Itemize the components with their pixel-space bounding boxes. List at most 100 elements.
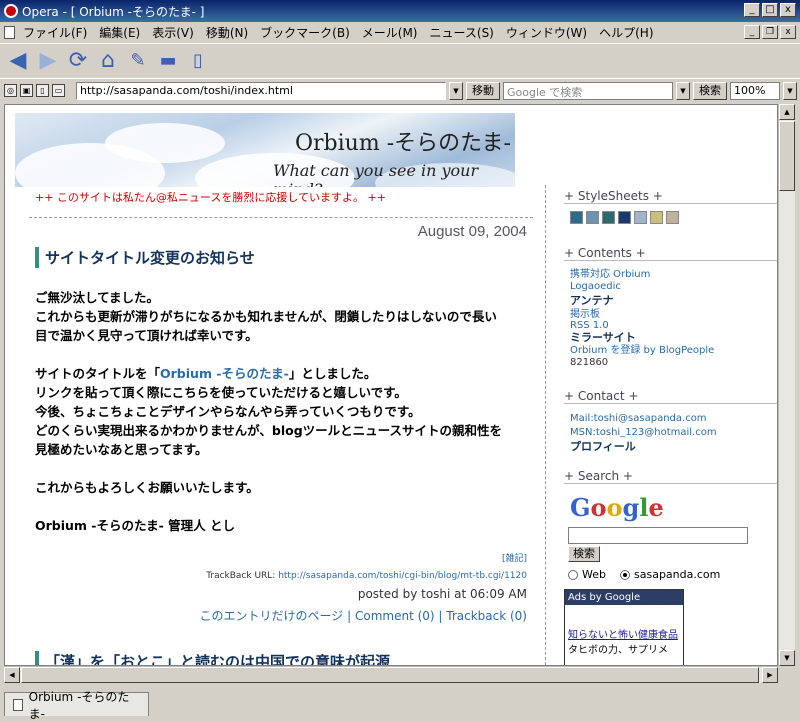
tab-document-icon xyxy=(13,698,23,711)
search-button[interactable]: 検索 xyxy=(693,81,727,100)
radio-site-label: sasapanda.com xyxy=(634,568,721,581)
sidebar: + StyleSheets + + Contents + 携帯対応 Orbium… xyxy=(545,185,777,665)
menu-bar: ファイル(F) 編集(E) 表示(V) 移動(N) ブックマーク(B) メール(… xyxy=(0,22,800,42)
body-line: リンクを貼って頂く際にこちらを使っていただけると嬉しいです。 xyxy=(35,385,407,400)
link-mobile[interactable]: 携帯対応 Orbium xyxy=(570,269,650,281)
entry-links[interactable]: このエントリだけのページ | Comment (0) | Trackback (… xyxy=(200,607,527,624)
link-logaoedic[interactable]: Logaoedic xyxy=(570,281,621,293)
search-heading: + Search + xyxy=(564,469,777,484)
scroll-right-icon[interactable]: ▶ xyxy=(762,667,778,683)
printer-small-icon[interactable]: ▭ xyxy=(52,84,65,97)
link-blogpeople[interactable]: Orbium を登録 by BlogPeople xyxy=(570,345,714,357)
stylesheet-swatch[interactable] xyxy=(666,211,679,224)
stylesheet-swatch[interactable] xyxy=(650,211,663,224)
security-icon[interactable]: ◎ xyxy=(4,84,17,97)
address-input[interactable]: http://sasapanda.com/toshi/index.html xyxy=(76,81,446,100)
radio-web[interactable]: Web xyxy=(568,568,606,581)
contact-msn[interactable]: MSN:toshi_123@hotmail.com xyxy=(570,427,717,439)
menu-navigate[interactable]: 移動(N) xyxy=(206,24,248,41)
zoom-select[interactable]: 100% xyxy=(730,81,780,100)
mdi-close-button[interactable]: x xyxy=(780,25,796,39)
entry-title: サイトタイトル変更のお知らせ xyxy=(35,247,255,268)
mdi-minimize-button[interactable]: _ xyxy=(744,25,760,39)
google-search-input[interactable]: Google で検索 xyxy=(503,81,673,100)
site-search-input[interactable] xyxy=(568,527,748,544)
title-bar: Opera - [ Orbium -そらのたま- ] _ □ x xyxy=(0,0,800,22)
mdi-restore-button[interactable]: ❐ xyxy=(762,25,778,39)
window-title: Opera - [ Orbium -そらのたま- ] xyxy=(22,4,205,19)
radio-site[interactable]: sasapanda.com xyxy=(620,568,720,581)
stylesheet-swatch[interactable] xyxy=(634,211,647,224)
camera-icon[interactable]: ▣ xyxy=(20,84,33,97)
hotlist-icon[interactable]: ✎ xyxy=(126,49,150,73)
navigation-toolbar: ◀ ▶ ⟳ ⌂ ✎ ▬ ▯ xyxy=(0,43,800,77)
radio-site-icon[interactable] xyxy=(620,569,630,580)
contents-heading: + Contents + xyxy=(564,246,777,261)
search-dropdown-icon[interactable]: ▼ xyxy=(676,81,690,100)
stylesheet-swatch[interactable] xyxy=(618,211,631,224)
page-icon[interactable]: ▯ xyxy=(186,49,210,73)
status-bar: Orbium -そらのたま- xyxy=(0,688,800,721)
zoom-dropdown-icon[interactable]: ▼ xyxy=(783,81,797,100)
ads-header[interactable]: Ads by Google xyxy=(565,590,683,605)
menu-mail[interactable]: メール(M) xyxy=(362,24,418,41)
scroll-down-icon[interactable]: ▼ xyxy=(779,650,795,666)
horizontal-scrollbar[interactable]: ◀ ▶ xyxy=(4,666,778,683)
stylesheet-swatch[interactable] xyxy=(602,211,615,224)
category-link[interactable]: [雑記] xyxy=(502,551,527,564)
menu-edit[interactable]: 編集(E) xyxy=(99,24,140,41)
entry2-title[interactable]: 「漢」を「おとこ」と読むのは中国での意味が起源 xyxy=(35,651,390,665)
menu-window[interactable]: ウィンドウ(W) xyxy=(506,24,587,41)
maximize-button[interactable]: □ xyxy=(762,3,778,17)
stylesheet-swatch[interactable] xyxy=(586,211,599,224)
vertical-scrollbar[interactable]: ▲ ▼ xyxy=(778,104,795,666)
scroll-up-icon[interactable]: ▲ xyxy=(779,104,795,120)
posted-by: posted by toshi at 06:09 AM xyxy=(357,587,527,601)
home-icon[interactable]: ⌂ xyxy=(96,48,120,73)
site-banner[interactable]: Orbium -そらのたま- What can you see in your … xyxy=(15,113,515,187)
menu-bookmarks[interactable]: ブックマーク(B) xyxy=(260,24,350,41)
link-mirror[interactable]: ミラーサイト xyxy=(570,331,636,344)
body-line: 今後、ちょこちょことデザインやらなんやら弄っていくつもりです。 xyxy=(35,404,421,419)
stylesheet-swatch[interactable] xyxy=(570,211,583,224)
page-tab[interactable]: Orbium -そらのたま- xyxy=(4,690,149,721)
menu-news[interactable]: ニュース(S) xyxy=(429,24,493,41)
print-icon[interactable]: ▬ xyxy=(156,49,180,73)
site-title-link[interactable]: Orbium -そらのたま- xyxy=(160,366,289,381)
opera-logo-icon xyxy=(4,4,18,18)
go-button[interactable]: 移動 xyxy=(466,81,500,100)
trackback-label: TrackBack URL: xyxy=(206,571,279,581)
menu-help[interactable]: ヘルプ(H) xyxy=(599,24,653,41)
forward-icon[interactable]: ▶ xyxy=(36,48,60,73)
reload-icon[interactable]: ⟳ xyxy=(66,48,90,73)
link-profile[interactable]: プロフィール xyxy=(570,440,636,453)
body-line: これからもよろしくお願いいたします。 xyxy=(35,480,259,495)
window-controls: _ □ x xyxy=(744,3,796,17)
back-icon[interactable]: ◀ xyxy=(6,48,30,73)
contact-mail[interactable]: Mail:toshi@sasapanda.com xyxy=(570,413,707,425)
close-button[interactable]: x xyxy=(780,3,796,17)
link-antenna[interactable]: アンテナ xyxy=(570,294,614,307)
banner-title: Orbium -そらのたま- xyxy=(295,131,511,156)
minimize-button[interactable]: _ xyxy=(744,3,760,17)
ad-link[interactable]: 知らないと怖い健康食品 xyxy=(565,623,683,641)
scroll-left-icon[interactable]: ◀ xyxy=(4,667,20,683)
address-dropdown-icon[interactable]: ▼ xyxy=(449,81,463,100)
menu-view[interactable]: 表示(V) xyxy=(152,24,194,41)
menu-file[interactable]: ファイル(F) xyxy=(23,24,87,41)
trackback-url[interactable]: http://sasapanda.com/toshi/cgi-bin/blog/… xyxy=(278,571,527,581)
radio-web-icon[interactable] xyxy=(568,569,578,580)
vertical-scroll-thumb[interactable] xyxy=(779,121,795,191)
horizontal-scroll-thumb[interactable] xyxy=(21,667,759,683)
entry-date: August 09, 2004 xyxy=(417,223,527,240)
body-text: 」としました。 xyxy=(288,366,377,381)
document-small-icon[interactable]: ▯ xyxy=(36,84,49,97)
entry-body: ご無沙汰してました。 これからも更新が滞りがちになるかも知れませんが、閉鎖したり… xyxy=(35,288,525,554)
site-search-button[interactable]: 検索 xyxy=(568,546,600,562)
contact-heading: + Contact + xyxy=(564,389,777,404)
body-line: これからも更新が滞りがちになるかも知れませんが、閉鎖したりはしないので長い xyxy=(35,309,497,324)
signature: Orbium -そらのたま- 管理人 とし xyxy=(35,518,236,533)
google-logo: Google xyxy=(570,493,664,522)
trackback-line: TrackBack URL: http://sasapanda.com/tosh… xyxy=(206,571,527,581)
body-line: 目で温かく見守って頂ければ幸いです。 xyxy=(35,328,258,343)
